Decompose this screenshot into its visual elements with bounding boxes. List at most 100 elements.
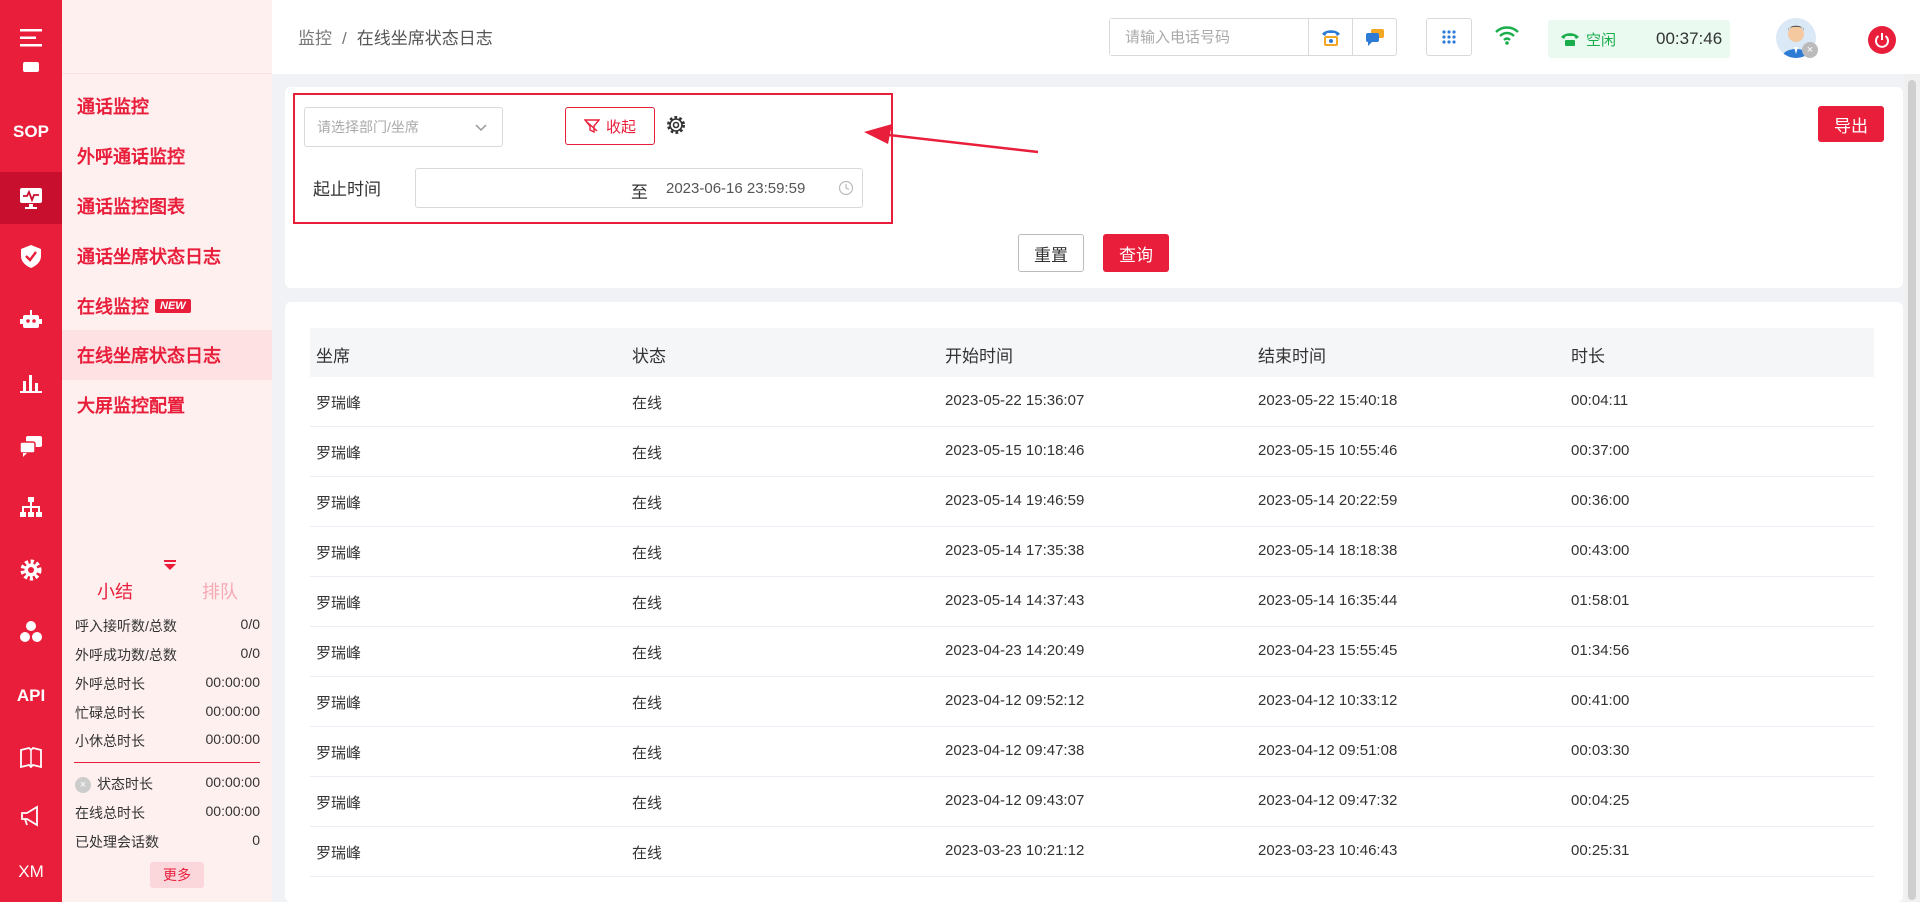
subnav-item-outbound-monitor[interactable]: 外呼通话监控 bbox=[62, 131, 272, 181]
query-button[interactable]: 查询 bbox=[1103, 234, 1169, 272]
subnav-item-bigscreen-config[interactable]: 大屏监控配置 bbox=[62, 380, 272, 430]
power-icon bbox=[1875, 33, 1889, 48]
power-button[interactable] bbox=[1868, 26, 1896, 54]
status-timer: 00:37:46 bbox=[1656, 29, 1723, 48]
close-circle-icon[interactable]: × bbox=[75, 777, 91, 794]
column-header[interactable]: 坐席 bbox=[316, 342, 350, 367]
subnav-item-online-monitor[interactable]: 在线监控 NEW bbox=[62, 281, 272, 331]
collapse-button[interactable]: 收起 bbox=[565, 107, 655, 145]
subnav-item-monitor-chart[interactable]: 通话监控图表 bbox=[62, 181, 272, 231]
column-header[interactable]: 结束时间 bbox=[1258, 342, 1326, 367]
table-cell: 2023-03-23 10:21:12 bbox=[945, 842, 1085, 859]
dialpad-button[interactable] bbox=[1426, 18, 1472, 56]
time-range-label: 起止时间 bbox=[313, 180, 381, 199]
chart-icon[interactable] bbox=[0, 358, 62, 406]
table-cell: 2023-04-12 09:43:07 bbox=[945, 792, 1085, 809]
robot-icon[interactable] bbox=[0, 296, 62, 344]
scrollbar-thumb[interactable] bbox=[1908, 80, 1916, 900]
shield-icon[interactable] bbox=[0, 232, 62, 280]
subnav-header bbox=[62, 0, 272, 74]
table-row[interactable]: 罗瑞峰 在线 2023-04-12 09:43:07 2023-04-12 09:47… bbox=[310, 777, 1874, 827]
table-cell: 00:43:00 bbox=[1571, 542, 1630, 559]
table-header: 坐席 状态 开始时间 结束时间 时长 bbox=[310, 328, 1874, 377]
table-cell: 2023-04-12 09:47:38 bbox=[945, 742, 1085, 759]
book-icon[interactable] bbox=[0, 734, 62, 782]
column-header[interactable]: 时长 bbox=[1571, 342, 1605, 367]
dialpad-icon bbox=[1442, 30, 1456, 44]
megaphone-icon[interactable] bbox=[0, 792, 62, 840]
more-button[interactable]: 更多 bbox=[150, 862, 204, 888]
table-row[interactable]: 罗瑞峰 在线 2023-05-14 19:46:59 2023-05-14 20:22… bbox=[310, 477, 1874, 527]
table-cell: 2023-05-14 17:35:38 bbox=[945, 542, 1085, 559]
subnav-item-call-agent-log[interactable]: 通话坐席状态日志 bbox=[62, 231, 272, 281]
table-cell: 在线 bbox=[632, 495, 663, 512]
partial-icon[interactable] bbox=[0, 58, 62, 80]
table-cell: 00:36:00 bbox=[1571, 492, 1630, 509]
table-row[interactable]: 罗瑞峰 在线 2023-04-12 09:47:38 2023-04-12 09:51… bbox=[310, 727, 1874, 777]
monitor-icon[interactable] bbox=[0, 172, 62, 224]
breadcrumb-current: 在线坐席状态日志 bbox=[356, 29, 493, 48]
table-cell: 00:04:25 bbox=[1571, 792, 1630, 809]
table-row[interactable]: 罗瑞峰 在线 2023-05-14 17:35:38 2023-05-14 18:18… bbox=[310, 527, 1874, 577]
export-button[interactable]: 导出 bbox=[1818, 106, 1884, 142]
table-cell: 00:41:00 bbox=[1571, 692, 1630, 709]
table-row[interactable]: 罗瑞峰 在线 2023-05-22 15:36:07 2023-05-22 15:40… bbox=[310, 377, 1874, 427]
table-cell: 01:58:01 bbox=[1571, 592, 1630, 609]
agent-status[interactable]: 空闲 00:37:46 bbox=[1548, 20, 1730, 58]
gear-icon[interactable] bbox=[0, 546, 62, 594]
table-cell: 2023-03-23 10:46:43 bbox=[1258, 842, 1398, 859]
range-end-value[interactable]: 2023-06-16 23:59:59 bbox=[666, 180, 805, 197]
table-cell: 罗瑞峰 bbox=[316, 495, 362, 512]
table-cell: 00:37:00 bbox=[1571, 442, 1630, 459]
table-row[interactable]: 罗瑞峰 在线 2023-03-23 10:21:12 2023-03-23 10:46… bbox=[310, 827, 1874, 877]
message-button[interactable] bbox=[1352, 19, 1396, 55]
new-badge: NEW bbox=[155, 299, 191, 313]
org-icon[interactable] bbox=[0, 484, 62, 532]
table-row[interactable]: 罗瑞峰 在线 2023-05-15 10:18:46 2023-05-15 10:55… bbox=[310, 427, 1874, 477]
api-icon[interactable]: API bbox=[0, 672, 62, 720]
table-cell: 2023-04-23 15:55:45 bbox=[1258, 642, 1398, 659]
table-cell: 2023-05-14 16:35:44 bbox=[1258, 592, 1398, 609]
chat-icon[interactable] bbox=[0, 422, 62, 470]
table-cell: 2023-05-15 10:18:46 bbox=[945, 442, 1085, 459]
reset-button[interactable]: 重置 bbox=[1018, 234, 1084, 272]
table-cell: 2023-05-14 19:46:59 bbox=[945, 492, 1085, 509]
menu-icon[interactable] bbox=[0, 14, 62, 62]
tab-summary[interactable]: 小结 bbox=[97, 578, 133, 604]
dept-agent-select[interactable]: 请选择部门/坐席 bbox=[304, 107, 503, 147]
table-cell: 在线 bbox=[632, 695, 663, 712]
icon-rail: SOP API XM bbox=[0, 0, 62, 902]
table-row[interactable]: 罗瑞峰 在线 2023-05-14 14:37:43 2023-05-14 16:35… bbox=[310, 577, 1874, 627]
phone-input[interactable] bbox=[1110, 19, 1308, 55]
summary-divider bbox=[74, 762, 260, 763]
column-header[interactable]: 状态 bbox=[632, 342, 666, 367]
table-row[interactable]: 罗瑞峰 在线 2023-04-23 14:20:49 2023-04-23 15:55… bbox=[310, 627, 1874, 677]
table-cell: 2023-05-14 20:22:59 bbox=[1258, 492, 1398, 509]
phone-dial-box bbox=[1109, 18, 1397, 56]
telephone-icon bbox=[1321, 30, 1340, 46]
table-cell: 2023-04-12 10:33:12 bbox=[1258, 692, 1398, 709]
table-cell: 00:25:31 bbox=[1571, 842, 1630, 859]
table-cell: 在线 bbox=[632, 795, 663, 812]
breadcrumb-root[interactable]: 监控 bbox=[298, 29, 332, 48]
dial-button[interactable] bbox=[1308, 19, 1352, 55]
subnav-item-call-monitor[interactable]: 通话监控 bbox=[62, 81, 272, 131]
table-row[interactable]: 罗瑞峰 在线 2023-04-12 09:52:12 2023-04-12 10:33… bbox=[310, 677, 1874, 727]
date-range-picker[interactable]: 至 2023-06-16 23:59:59 bbox=[415, 168, 863, 208]
summary-row: × 状态时长 00:00:00 bbox=[75, 774, 260, 794]
table-cell: 2023-05-22 15:40:18 bbox=[1258, 392, 1398, 409]
tab-queue[interactable]: 排队 bbox=[202, 578, 238, 604]
table-cell: 罗瑞峰 bbox=[316, 395, 362, 412]
cubes-icon[interactable] bbox=[0, 608, 62, 656]
table-cell: 00:04:11 bbox=[1571, 392, 1629, 409]
table-cell: 00:03:30 bbox=[1571, 742, 1630, 759]
table-cell: 2023-04-12 09:47:32 bbox=[1258, 792, 1398, 809]
subnav-item-online-agent-log[interactable]: 在线坐席状态日志 bbox=[62, 330, 272, 380]
settings-gear-icon[interactable] bbox=[665, 114, 687, 141]
summary-row: 小休总时长 00:00:00 bbox=[75, 731, 260, 749]
column-header[interactable]: 开始时间 bbox=[945, 342, 1013, 367]
table-cell: 在线 bbox=[632, 595, 663, 612]
annotation-arrow bbox=[864, 124, 1039, 154]
sop-icon[interactable]: SOP bbox=[0, 108, 62, 156]
xm-icon[interactable]: XM bbox=[0, 848, 62, 896]
